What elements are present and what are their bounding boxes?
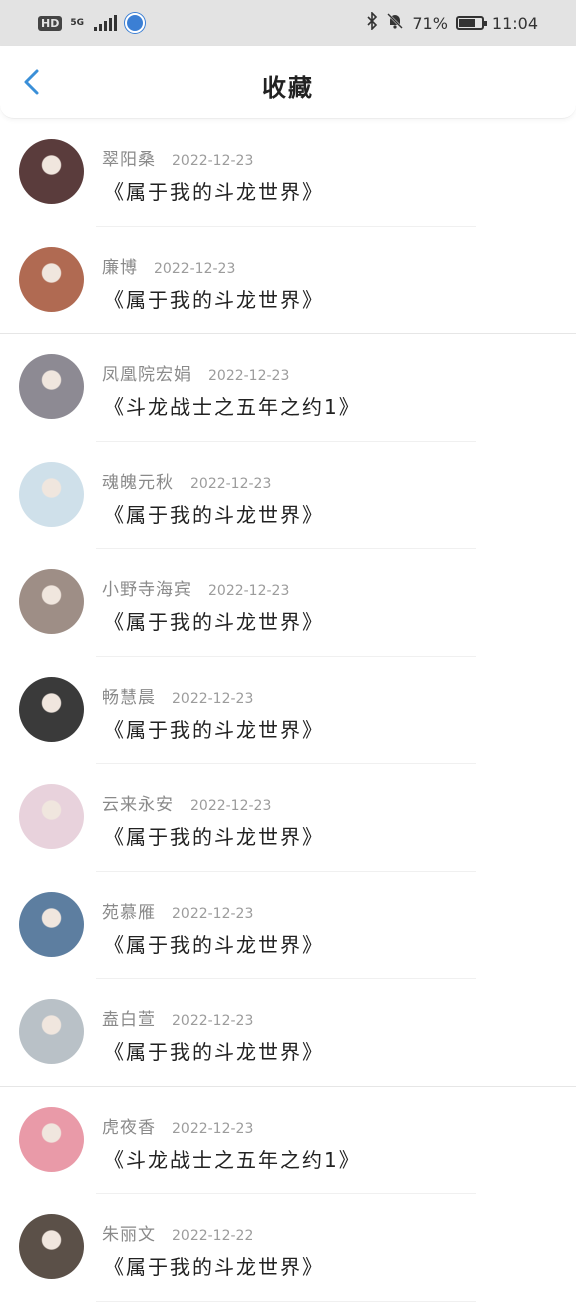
avatar[interactable] — [19, 246, 84, 312]
favorite-meta: 苑慕雁 2022-12-23 — [102, 898, 253, 923]
bluetooth-icon — [366, 11, 378, 34]
status-bar-left: HD 5G — [38, 13, 145, 33]
work-title[interactable]: 《斗龙战士之五年之约1》 — [104, 1144, 361, 1173]
avatar[interactable] — [19, 139, 84, 204]
favorites-list: 翠阳桑 2022-12-23 《属于我的斗龙世界》 廉博 2022-12-23 《属于我的… — [0, 119, 576, 1302]
work-title[interactable]: 《属于我的斗龙世界》 — [104, 1036, 324, 1065]
author-name: 翠阳桑 — [102, 150, 156, 170]
work-title[interactable]: 《属于我的斗龙世界》 — [104, 176, 324, 205]
favorite-item[interactable]: 盍白萱 2022-12-23 《属于我的斗龙世界》 — [0, 979, 576, 1087]
favorite-date: 2022-12-23 — [190, 475, 272, 492]
hd-badge: HD — [38, 15, 63, 31]
favorite-item[interactable]: 朱丽文 2022-12-22 《属于我的斗龙世界》 — [0, 1194, 576, 1302]
work-title[interactable]: 《属于我的斗龙世界》 — [104, 714, 324, 743]
favorite-item[interactable]: 云来永安 2022-12-23 《属于我的斗龙世界》 — [0, 764, 576, 872]
avatar[interactable] — [19, 676, 84, 742]
author-name: 盍白萱 — [102, 1010, 156, 1030]
favorite-date: 2022-12-23 — [172, 905, 254, 922]
page-title: 收藏 — [262, 74, 314, 102]
browser-app-icon — [125, 13, 145, 33]
author-name: 魂魄元秋 — [102, 472, 174, 493]
favorite-date: 2022-12-23 — [208, 583, 290, 599]
favorite-date: 2022-12-23 — [208, 368, 290, 384]
avatar[interactable] — [19, 1106, 84, 1172]
avatar[interactable] — [19, 999, 84, 1064]
avatar[interactable] — [19, 891, 84, 957]
favorite-item[interactable]: 凤凰院宏娟 2022-12-23 《斗龙战士之五年之约1》 — [0, 334, 576, 442]
favorite-date: 2022-12-23 — [172, 1120, 254, 1137]
favorite-meta: 朱丽文 2022-12-22 — [102, 1220, 253, 1245]
avatar[interactable] — [19, 1214, 84, 1279]
favorite-date: 2022-12-23 — [172, 1013, 254, 1029]
favorite-date: 2022-12-23 — [190, 798, 272, 814]
author-name: 凤凰院宏娟 — [102, 365, 192, 385]
work-title[interactable]: 《属于我的斗龙世界》 — [104, 1251, 324, 1280]
network-type: 5G — [70, 17, 84, 28]
favorite-item[interactable]: 廉博 2022-12-23 《属于我的斗龙世界》 — [0, 227, 576, 334]
favorite-meta: 云来永安 2022-12-23 — [102, 790, 271, 815]
work-title[interactable]: 《属于我的斗龙世界》 — [104, 499, 324, 528]
work-title[interactable]: 《属于我的斗龙世界》 — [104, 606, 324, 635]
row-divider — [96, 1300, 476, 1302]
avatar[interactable] — [19, 354, 84, 419]
favorite-date: 2022-12-23 — [154, 260, 236, 277]
favorite-item[interactable]: 畅慧晨 2022-12-23 《属于我的斗龙世界》 — [0, 657, 576, 764]
status-bar: HD 5G 71% 11:04 — [0, 0, 576, 46]
author-name: 朱丽文 — [102, 1225, 156, 1245]
avatar[interactable] — [19, 784, 84, 849]
author-name: 畅慧晨 — [102, 687, 156, 708]
battery-fill — [458, 19, 475, 27]
author-name: 苑慕雁 — [102, 902, 156, 923]
header-bar: 收藏 — [0, 46, 576, 119]
favorite-item[interactable]: 苑慕雁 2022-12-23 《属于我的斗龙世界》 — [0, 872, 576, 979]
favorite-item[interactable]: 魂魄元秋 2022-12-23 《属于我的斗龙世界》 — [0, 442, 576, 549]
favorite-item[interactable]: 翠阳桑 2022-12-23 《属于我的斗龙世界》 — [0, 119, 576, 227]
favorite-meta: 魂魄元秋 2022-12-23 — [102, 468, 271, 493]
avatar[interactable] — [19, 461, 84, 527]
work-title[interactable]: 《斗龙战士之五年之约1》 — [104, 391, 361, 420]
favorite-meta: 盍白萱 2022-12-23 — [102, 1005, 253, 1030]
status-bar-right: 71% 11:04 — [366, 11, 538, 34]
bell-muted-icon — [386, 12, 404, 34]
work-title[interactable]: 《属于我的斗龙世界》 — [104, 929, 324, 958]
battery-percent: 71% — [412, 13, 448, 33]
favorite-item[interactable]: 小野寺海宾 2022-12-23 《属于我的斗龙世界》 — [0, 549, 576, 657]
favorite-date: 2022-12-22 — [172, 1228, 254, 1244]
favorite-meta: 翠阳桑 2022-12-23 — [102, 145, 253, 170]
author-name: 虎夜香 — [102, 1117, 156, 1138]
favorite-date: 2022-12-23 — [172, 153, 254, 169]
author-name: 廉博 — [102, 257, 138, 278]
favorite-meta: 凤凰院宏娟 2022-12-23 — [102, 360, 289, 385]
avatar[interactable] — [19, 569, 84, 634]
work-title[interactable]: 《属于我的斗龙世界》 — [104, 284, 324, 313]
favorite-date: 2022-12-23 — [172, 690, 254, 707]
favorite-meta: 廉博 2022-12-23 — [102, 253, 235, 278]
clock: 11:04 — [491, 13, 538, 33]
favorite-item[interactable]: 虎夜香 2022-12-23 《斗龙战士之五年之约1》 — [0, 1087, 576, 1194]
favorite-meta: 小野寺海宾 2022-12-23 — [102, 575, 289, 600]
favorite-meta: 畅慧晨 2022-12-23 — [102, 683, 253, 708]
signal-icon — [94, 15, 117, 31]
battery-icon — [455, 16, 487, 30]
author-name: 小野寺海宾 — [102, 580, 192, 600]
favorite-meta: 虎夜香 2022-12-23 — [102, 1113, 253, 1138]
author-name: 云来永安 — [102, 795, 174, 815]
work-title[interactable]: 《属于我的斗龙世界》 — [104, 821, 324, 850]
